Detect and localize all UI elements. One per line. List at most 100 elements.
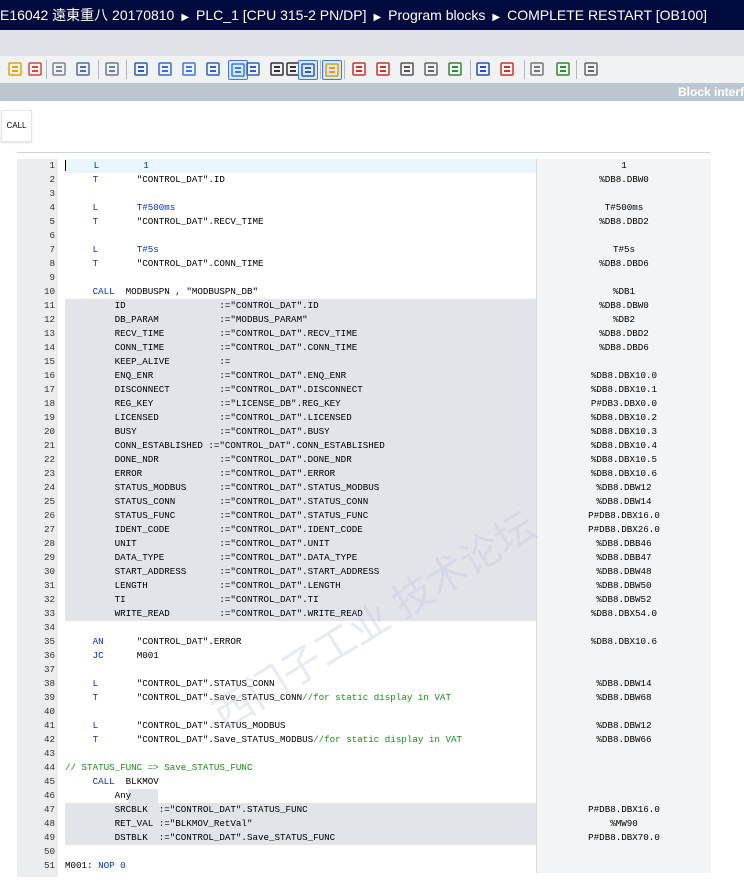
code-text[interactable]: KEEP_ALIVE := (65, 355, 536, 369)
code-text[interactable]: ENQ_ENR :="CONTROL_DAT".ENQ_ENR (65, 369, 536, 383)
code-text[interactable]: M001: NOP 0 (65, 859, 536, 873)
code-line[interactable]: 42 T "CONTROL_DAT".Save_STATUS_MODBUS//f… (17, 733, 711, 747)
code-line[interactable]: 11 ID :="CONTROL_DAT".ID %DB8.DBW0 (17, 299, 711, 313)
code-line[interactable]: 8 T "CONTROL_DAT".CONN_TIME %DB8.DBD6 (17, 257, 711, 271)
view-a-icon[interactable] (156, 60, 174, 78)
code-text[interactable]: L T#5s (65, 243, 536, 257)
code-line[interactable]: 18 REG_KEY :="LICENSE_DB".REG_KEY P#DB3.D… (17, 397, 711, 411)
code-line[interactable]: 40 (17, 705, 711, 719)
code-line[interactable]: 13 RECV_TIME :="CONTROL_DAT".RECV_TIME %D… (17, 327, 711, 341)
code-line[interactable]: 23 ERROR :="CONTROL_DAT".ERROR %DB8.DBX10… (17, 467, 711, 481)
code-line[interactable]: 9 (17, 271, 711, 285)
code-line[interactable]: 26 STATUS_FUNC :="CONTROL_DAT".STATUS_FU… (17, 509, 711, 523)
code-text[interactable]: ID :="CONTROL_DAT".ID (65, 299, 536, 313)
code-text[interactable]: LICENSED :="CONTROL_DAT".LICENSED (65, 411, 536, 425)
code-text[interactable]: CALL MODBUSPN , "MODBUSPN_DB" (65, 285, 536, 299)
code-line[interactable]: 27 IDENT_CODE :="CONTROL_DAT".IDENT_CODE… (17, 523, 711, 537)
code-text[interactable]: SRCBLK :="CONTROL_DAT".STATUS_FUNC (65, 803, 536, 817)
comment-icon[interactable] (74, 60, 92, 78)
insert-network-icon[interactable] (6, 60, 24, 78)
code-line[interactable]: 45 CALL BLKMOV (17, 775, 711, 789)
code-line[interactable]: 3 (17, 187, 711, 201)
code-text[interactable]: L 1 (65, 159, 536, 173)
view-b-icon[interactable] (180, 60, 198, 78)
code-line[interactable]: 48 RET_VAL :="BLKMOV_RetVal" %MW90 (17, 817, 711, 831)
insert-row-icon[interactable] (50, 60, 68, 78)
bp-set-icon[interactable] (350, 60, 368, 78)
code-line[interactable]: 47 SRCBLK :="CONTROL_DAT".STATUS_FUNC P#D… (17, 803, 711, 817)
code-text[interactable]: L T#500ms (65, 201, 536, 215)
code-line[interactable]: 30 START_ADDRESS :="CONTROL_DAT".START_A… (17, 565, 711, 579)
code-line[interactable]: 28 UNIT :="CONTROL_DAT".UNIT %DB8.DBB46 (17, 537, 711, 551)
code-line[interactable]: 44 // STATUS_FUNC => Save_STATUS_FUNC (17, 761, 711, 775)
code-line[interactable]: 20 BUSY :="CONTROL_DAT".BUSY %DB8.DBX10.3 (17, 425, 711, 439)
stl-list-icon[interactable] (132, 60, 150, 78)
bp-clear-icon[interactable] (374, 60, 392, 78)
code-text[interactable]: TI :="CONTROL_DAT".TI (65, 593, 536, 607)
code-line[interactable]: 5 T "CONTROL_DAT".RECV_TIME %DB8.DBD2 (17, 215, 711, 229)
code-line[interactable]: 16 ENQ_ENR :="CONTROL_DAT".ENQ_ENR %DB8.D… (17, 369, 711, 383)
code-text[interactable]: CONN_TIME :="CONTROL_DAT".CONN_TIME (65, 341, 536, 355)
code-line[interactable]: 17 DISCONNECT :="CONTROL_DAT".DISCONNECT… (17, 383, 711, 397)
code-line[interactable]: 38 L "CONTROL_DAT".STATUS_CONN %DB8.DBW14 (17, 677, 711, 691)
code-line[interactable]: 46 Any (17, 789, 711, 803)
code-line[interactable]: 50 (17, 845, 711, 859)
code-line[interactable]: 21 CONN_ESTABLISHED :="CONTROL_DAT".CONN… (17, 439, 711, 453)
code-text[interactable]: RET_VAL :="BLKMOV_RetVal" (65, 817, 536, 831)
code-line[interactable]: 1 L 11 (17, 159, 711, 173)
code-text[interactable]: STATUS_FUNC :="CONTROL_DAT".STATUS_FUNC (65, 509, 536, 523)
code-text[interactable]: RECV_TIME :="CONTROL_DAT".RECV_TIME (65, 327, 536, 341)
check-icon[interactable] (446, 60, 464, 78)
watch-icon[interactable] (422, 60, 440, 78)
code-line[interactable]: 6 (17, 229, 711, 243)
code-text[interactable]: DONE_NDR :="CONTROL_DAT".DONE_NDR (65, 453, 536, 467)
code-text[interactable]: L "CONTROL_DAT".STATUS_MODBUS (65, 719, 536, 733)
stl-code-editor[interactable]: 1 L 112 T "CONTROL_DAT".ID %DB8.DBW0 3 4 L … (17, 159, 711, 877)
call-button[interactable]: CALL (1, 110, 32, 142)
code-line[interactable]: 39 T "CONTROL_DAT".Save_STATUS_CONN//for… (17, 691, 711, 705)
code-text[interactable]: ERROR :="CONTROL_DAT".ERROR (65, 467, 536, 481)
block-interface-bar[interactable]: Block interf (0, 83, 744, 101)
code-line[interactable]: 49 DSTBLK :="CONTROL_DAT".Save_STATUS_FU… (17, 831, 711, 845)
tool-icon[interactable] (528, 60, 546, 78)
code-line[interactable]: 25 STATUS_CONN :="CONTROL_DAT".STATUS_CO… (17, 495, 711, 509)
breadcrumb-project[interactable]: E16042 遠東重八 20170810 (0, 0, 174, 30)
code-text[interactable]: REG_KEY :="LICENSE_DB".REG_KEY (65, 397, 536, 411)
code-text[interactable]: DB_PARAM :="MODBUS_PARAM" (65, 313, 536, 327)
sim-icon[interactable] (554, 60, 572, 78)
code-line[interactable]: 19 LICENSED :="CONTROL_DAT".LICENSED %DB8… (17, 411, 711, 425)
code-line[interactable]: 15 KEEP_ALIVE := (17, 355, 711, 369)
breadcrumb-block[interactable]: COMPLETE RESTART [OB100] (507, 0, 707, 30)
code-text[interactable]: STATUS_MODBUS :="CONTROL_DAT".STATUS_MOD… (65, 481, 536, 495)
lines-sel-icon[interactable] (298, 60, 318, 80)
code-line[interactable]: 41 L "CONTROL_DAT".STATUS_MODBUS %DB8.DBW… (17, 719, 711, 733)
collapse-icon[interactable] (582, 60, 600, 78)
goto-icon[interactable] (322, 60, 342, 80)
code-text[interactable]: CALL BLKMOV (65, 775, 536, 789)
breadcrumb-plc[interactable]: PLC_1 [CPU 315-2 PN/DP] (196, 0, 366, 30)
code-text[interactable]: T "CONTROL_DAT".ID (65, 173, 536, 187)
download-icon[interactable] (103, 60, 121, 78)
code-line[interactable]: 10 CALL MODBUSPN , "MODBUSPN_DB" %DB1 (17, 285, 711, 299)
code-line[interactable]: 14 CONN_TIME :="CONTROL_DAT".CONN_TIME %D… (17, 341, 711, 355)
code-text[interactable]: BUSY :="CONTROL_DAT".BUSY (65, 425, 536, 439)
view-c-icon[interactable] (204, 60, 222, 78)
code-text[interactable]: STATUS_CONN :="CONTROL_DAT".STATUS_CONN (65, 495, 536, 509)
code-line[interactable]: 29 DATA_TYPE :="CONTROL_DAT".DATA_TYPE %D… (17, 551, 711, 565)
code-text[interactable]: DISCONNECT :="CONTROL_DAT".DISCONNECT (65, 383, 536, 397)
code-text[interactable]: CONN_ESTABLISHED :="CONTROL_DAT".CONN_ES… (65, 439, 536, 453)
code-line[interactable]: 2 T "CONTROL_DAT".ID %DB8.DBW0 (17, 173, 711, 187)
code-line[interactable]: 7 L T#5s T#5s (17, 243, 711, 257)
code-line[interactable]: 43 (17, 747, 711, 761)
code-line[interactable]: 51 M001: NOP 0 (17, 859, 711, 873)
code-line[interactable]: 22 DONE_NDR :="CONTROL_DAT".DONE_NDR %DB8… (17, 453, 711, 467)
code-text[interactable]: Any (65, 789, 536, 803)
insert-label-icon[interactable] (474, 60, 492, 78)
branch-icon[interactable] (498, 60, 516, 78)
code-text[interactable]: WRITE_READ :="CONTROL_DAT".WRITE_READ (65, 607, 536, 621)
code-line[interactable]: 12 DB_PARAM :="MODBUS_PARAM" %DB2 (17, 313, 711, 327)
jump-icon[interactable] (244, 60, 262, 78)
delete-network-icon[interactable] (26, 60, 44, 78)
code-text[interactable]: T "CONTROL_DAT".CONN_TIME (65, 257, 536, 271)
code-text[interactable]: DSTBLK :="CONTROL_DAT".Save_STATUS_FUNC (65, 831, 536, 845)
